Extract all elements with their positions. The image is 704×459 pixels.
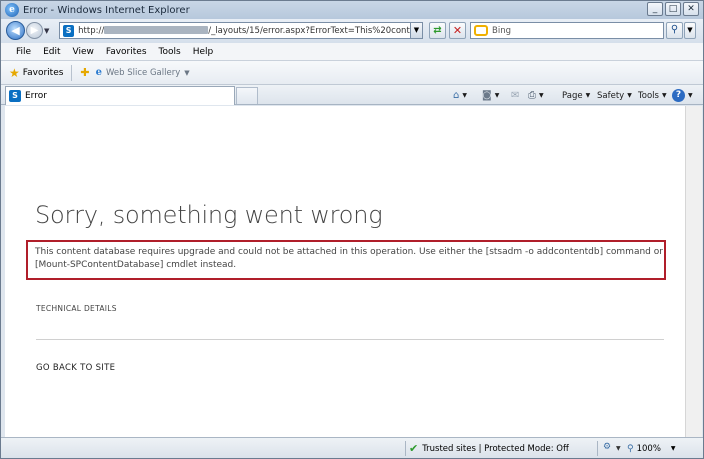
page-content: Sorry, something went wrong This content…	[5, 106, 685, 437]
menu-favorites[interactable]: Favorites	[100, 47, 153, 57]
tools-dropdown-icon: ▼	[661, 92, 667, 99]
web-slice-gallery-link[interactable]: Web Slice Gallery	[106, 68, 180, 78]
menu-edit[interactable]: Edit	[37, 47, 66, 57]
popup-dropdown-icon[interactable]: ▼	[616, 445, 621, 452]
vertical-scrollbar[interactable]	[685, 106, 702, 437]
menu-bar: File Edit View Favorites Tools Help	[1, 43, 703, 61]
technical-details-link[interactable]: TECHNICAL DETAILS	[36, 304, 117, 313]
tab-error[interactable]: S Error	[5, 86, 235, 105]
url-text[interactable]: http:// /_layouts/15/error.aspx?ErrorText…	[78, 26, 422, 36]
error-heading: Sorry, something went wrong	[35, 201, 383, 229]
popup-settings-icon[interactable]: ⚙	[603, 442, 611, 452]
page-dropdown-icon: ▼	[585, 92, 591, 99]
safety-dropdown-icon: ▼	[627, 92, 632, 99]
status-divider	[405, 441, 406, 456]
home-button[interactable]: ⌂ ▼	[453, 88, 467, 103]
favorites-star-icon: ★	[9, 65, 20, 80]
print-dropdown-icon: ▼	[539, 92, 544, 99]
feeds-button[interactable]: ◙ ▼	[482, 88, 499, 103]
status-bar: ✔ Trusted sites | Protected Mode: Off ⚙ …	[1, 437, 703, 458]
close-button[interactable]: ✕	[683, 2, 699, 16]
new-tab-button[interactable]	[236, 87, 258, 104]
favorites-button[interactable]: ★ Favorites	[9, 66, 63, 80]
search-box[interactable]: Bing	[470, 22, 664, 39]
url-suffix: /_layouts/15/error.aspx?ErrorText=This%2…	[208, 25, 422, 36]
maximize-button[interactable]: □	[665, 2, 681, 16]
help-button[interactable]: ? ▼	[672, 88, 693, 103]
forward-button[interactable]: ▶	[26, 22, 43, 39]
safety-menu[interactable]: Safety ▼	[597, 88, 632, 103]
favorites-label: Favorites	[22, 67, 64, 78]
menu-file[interactable]: File	[10, 47, 37, 57]
menu-view[interactable]: View	[67, 47, 100, 57]
rss-icon: ◙	[482, 90, 492, 101]
zoom-control[interactable]: ⚲ 100% ▼	[627, 441, 676, 456]
tab-bar: S Error ⌂ ▼ ◙ ▼ ✉ ⎙ ▼ Page ▼ Safety ▼ Tools ▼ …	[1, 85, 703, 105]
zoom-icon: ⚲	[627, 443, 634, 454]
checkmark-icon: ✔	[409, 442, 419, 455]
ie-logo-icon: e	[5, 3, 19, 17]
go-back-to-site-link[interactable]: GO BACK TO SITE	[36, 363, 115, 373]
print-button[interactable]: ⎙ ▼	[528, 88, 544, 103]
feeds-dropdown-icon: ▼	[494, 92, 500, 99]
web-slice-dropdown-icon[interactable]: ▼	[184, 69, 189, 77]
search-input[interactable]: Bing	[492, 26, 511, 36]
home-icon: ⌂	[453, 90, 460, 101]
mail-icon: ✉	[511, 90, 520, 101]
search-button[interactable]: ⚲	[666, 22, 683, 39]
help-icon: ?	[672, 89, 685, 102]
zoom-level: 100%	[636, 443, 661, 454]
mail-button[interactable]: ✉	[511, 88, 519, 103]
refresh-button[interactable]: ⇄	[429, 22, 446, 39]
add-to-favorites-bar-icon[interactable]: ✚	[80, 66, 89, 79]
bing-icon	[474, 25, 488, 36]
address-bar[interactable]: S http:// /_layouts/15/error.aspx?ErrorTe…	[59, 22, 423, 39]
tab-sharepoint-icon: S	[9, 90, 21, 102]
home-dropdown-icon: ▼	[462, 92, 467, 99]
print-icon: ⎙	[528, 90, 536, 101]
stop-button[interactable]: ✕	[449, 22, 466, 39]
address-toolbar: ◀ ▶ ▼ S http:// /_layouts/15/error.aspx?E…	[1, 19, 703, 43]
security-zone-label: Trusted sites | Protected Mode: Off	[422, 443, 569, 454]
menu-tools[interactable]: Tools	[153, 47, 187, 57]
favorites-divider	[71, 64, 73, 81]
safety-menu-label: Safety	[597, 90, 625, 101]
sharepoint-favicon-icon: S	[63, 24, 75, 37]
menu-help[interactable]: Help	[187, 47, 220, 57]
error-message: This content database requires upgrade a…	[35, 247, 663, 270]
minimize-button[interactable]: _	[647, 2, 663, 16]
help-dropdown-icon: ▼	[688, 92, 693, 99]
tools-menu[interactable]: Tools ▼	[638, 88, 667, 103]
page-menu-label: Page	[562, 90, 583, 101]
address-dropdown-icon[interactable]: ▼	[410, 23, 422, 38]
url-redacted-host	[104, 26, 209, 34]
zoom-dropdown-icon: ▼	[670, 445, 676, 452]
security-zone[interactable]: ✔ Trusted sites | Protected Mode: Off	[409, 441, 569, 456]
back-button[interactable]: ◀	[6, 21, 25, 40]
page-menu[interactable]: Page ▼	[562, 88, 590, 103]
url-prefix: http://	[78, 25, 105, 36]
divider	[36, 339, 664, 340]
tools-menu-label: Tools	[638, 90, 659, 101]
tab-label: Error	[25, 91, 47, 101]
status-divider	[597, 441, 598, 456]
title-bar: e Error - Windows Internet Explorer _ □ …	[1, 1, 703, 19]
favorites-bar: ★ Favorites ✚ e Web Slice Gallery ▼	[1, 61, 703, 85]
search-options-dropdown-icon[interactable]: ▼	[684, 22, 696, 39]
window-title: Error - Windows Internet Explorer	[23, 4, 190, 16]
history-dropdown-icon[interactable]: ▼	[44, 27, 49, 35]
window-controls: _ □ ✕	[647, 2, 699, 16]
web-slice-icon: e	[95, 67, 103, 78]
